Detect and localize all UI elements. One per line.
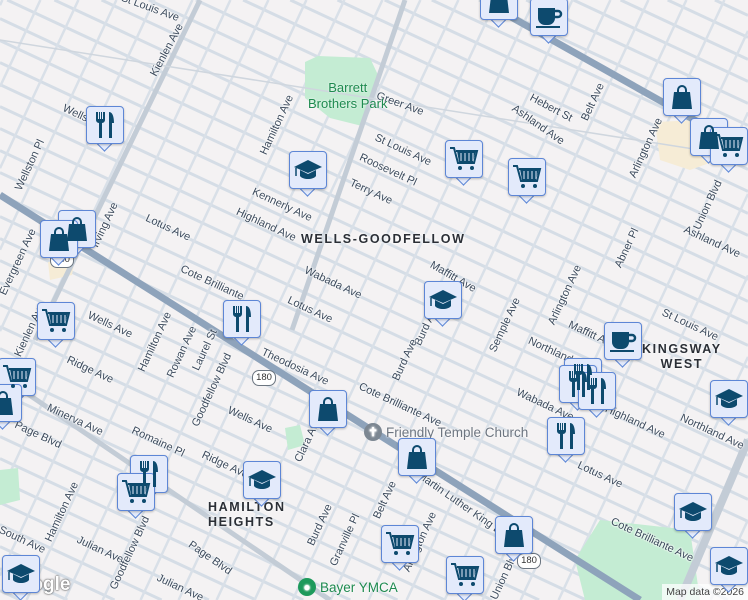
cart-icon [381, 525, 419, 563]
street [667, 0, 748, 39]
coffee-marker[interactable] [604, 322, 642, 368]
shopping-icon [309, 390, 347, 428]
church-icon: ✝ [364, 423, 382, 441]
neighborhood-name: WELLS-GOODFELLOW [301, 232, 466, 246]
education-marker[interactable] [710, 380, 748, 426]
shopping-marker[interactable] [663, 78, 701, 124]
shopping-marker[interactable] [309, 390, 347, 436]
shopping-icon [398, 438, 436, 476]
neighborhood-kingsway-west: KINGSWAY WEST [642, 342, 722, 372]
education-marker[interactable] [424, 281, 462, 327]
restaurant-marker[interactable] [547, 417, 585, 463]
restaurant-marker[interactable] [86, 106, 124, 152]
poi-label: Bayer YMCA [320, 579, 398, 595]
education-marker[interactable] [710, 547, 748, 593]
neighborhood-name: WEST [660, 357, 704, 371]
shopping-icon [495, 516, 533, 554]
neighborhood-wells-goodfellow: WELLS-GOODFELLOW [301, 232, 465, 247]
cart-icon [37, 302, 75, 340]
shopping-icon [663, 78, 701, 116]
restaurant-marker[interactable] [223, 300, 261, 346]
shopping-icon [480, 0, 518, 20]
cart-marker[interactable] [445, 140, 483, 186]
education-marker[interactable] [243, 461, 281, 507]
coffee-icon [530, 0, 568, 36]
restaurant-icon [223, 300, 261, 338]
map-canvas[interactable]: St Louis Ave Kienlen Ave Wellsman Hamilton … [0, 0, 748, 600]
route-180-shield: 180 [252, 370, 276, 386]
coffee-icon [604, 322, 642, 360]
park-name-2: Brothers Park [308, 96, 388, 111]
park-label[interactable]: Barrett Brothers Park [308, 80, 387, 112]
cart-icon [445, 140, 483, 178]
park-name-1: Barrett [328, 80, 368, 95]
education-icon [710, 547, 748, 585]
education-marker[interactable] [674, 493, 712, 539]
cart-marker[interactable] [381, 525, 419, 571]
cart-marker[interactable] [508, 158, 546, 204]
neighborhood-name: KINGSWAY [642, 342, 722, 356]
poi-friendly-temple-church[interactable]: ✝ Friendly Temple Church [364, 423, 528, 441]
education-marker[interactable] [2, 555, 40, 600]
education-icon [243, 461, 281, 499]
restaurant-icon [547, 417, 585, 455]
cart-marker[interactable] [446, 556, 484, 600]
education-icon [674, 493, 712, 531]
poi-bayer-ymca[interactable]: ● Bayer YMCA [298, 578, 398, 596]
cart-icon [508, 158, 546, 196]
place-icon: ● [298, 578, 316, 596]
cart-icon [710, 127, 748, 165]
route-number: 180 [256, 372, 272, 383]
cart-icon [117, 473, 155, 511]
restaurant-icon [86, 106, 124, 144]
education-icon [2, 555, 40, 593]
cart-icon [446, 556, 484, 594]
education-icon [424, 281, 462, 319]
education-icon [710, 380, 748, 418]
cart-marker[interactable] [117, 473, 155, 519]
cart-marker[interactable] [710, 127, 748, 173]
street [0, 0, 4, 6]
shopping-marker[interactable] [495, 516, 533, 562]
coffee-marker[interactable] [530, 0, 568, 44]
shopping-marker[interactable] [480, 0, 518, 28]
education-marker[interactable] [289, 151, 327, 197]
education-icon [289, 151, 327, 189]
cart-marker[interactable] [37, 302, 75, 348]
shopping-marker[interactable] [0, 384, 22, 430]
green-patch [0, 468, 20, 505]
shopping-marker[interactable] [398, 438, 436, 484]
neighborhood-name: HEIGHTS [208, 515, 275, 529]
